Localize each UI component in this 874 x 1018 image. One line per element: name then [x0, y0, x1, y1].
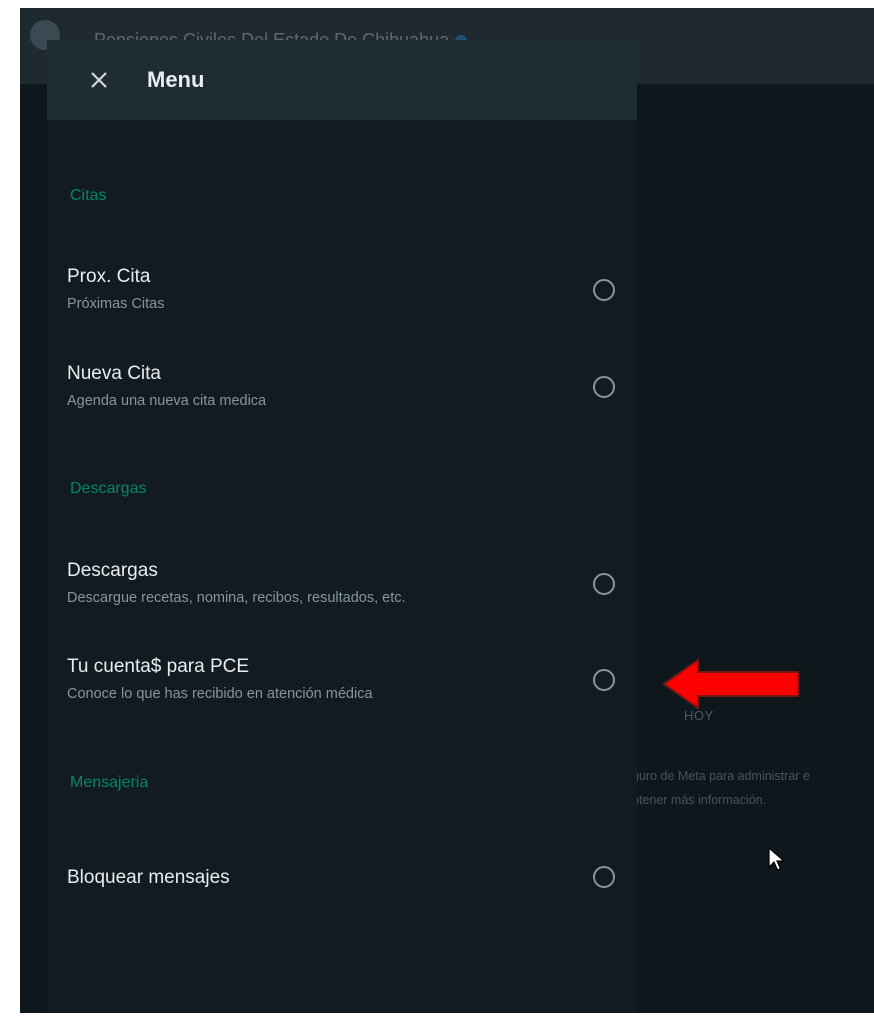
menu-item-nueva-cita[interactable]: Nueva Cita Agenda una nueva cita medica	[47, 363, 637, 433]
close-icon[interactable]	[85, 66, 113, 94]
menu-item-title: Tu cuenta$ para PCE	[67, 656, 250, 677]
section-label-citas: Citas	[70, 187, 107, 204]
menu-item-bloquear-mensajes[interactable]: Bloquear mensajes	[47, 866, 637, 937]
menu-item-descargas[interactable]: Descargas Descargue recetas, nomina, rec…	[47, 560, 637, 630]
drawer-header: Menu	[47, 40, 637, 120]
menu-item-title: Descargas	[67, 560, 158, 581]
app-window: Pensiones Civiles Del Estado De Chihuahu…	[20, 8, 874, 1013]
radio-unselected-icon[interactable]	[593, 573, 615, 595]
radio-unselected-icon[interactable]	[593, 376, 615, 398]
mouse-pointer-icon	[768, 847, 786, 871]
menu-item-subtitle: Conoce lo que has recibido en atención m…	[67, 686, 373, 702]
radio-unselected-icon[interactable]	[593, 279, 615, 301]
system-message-line: guro de Meta para administrar e	[632, 769, 810, 783]
menu-item-title: Nueva Cita	[67, 363, 161, 384]
section-label-mensajeria: Mensajeria	[70, 774, 149, 791]
menu-item-subtitle: Próximas Citas	[67, 296, 165, 312]
menu-item-title: Bloquear mensajes	[67, 867, 230, 888]
section-label-descargas: Descargas	[70, 480, 147, 497]
radio-unselected-icon[interactable]	[593, 669, 615, 691]
menu-item-prox-cita[interactable]: Prox. Cita Próximas Citas	[47, 266, 637, 336]
menu-item-subtitle: Agenda una nueva cita medica	[67, 393, 267, 409]
drawer-title: Menu	[147, 67, 205, 92]
radio-unselected-icon[interactable]	[593, 866, 615, 888]
system-message: guro de Meta para administrar e btener m…	[632, 764, 874, 812]
menu-item-tu-cuenta[interactable]: Tu cuenta$ para PCE Conoce lo que has re…	[47, 656, 637, 726]
menu-drawer: Menu Citas Prox. Cita Próximas Citas Nue…	[47, 40, 637, 1013]
menu-item-subtitle: Descargue recetas, nomina, recibos, resu…	[67, 590, 406, 606]
red-arrow-left-icon	[662, 658, 799, 710]
menu-item-title: Prox. Cita	[67, 266, 151, 287]
system-message-line[interactable]: btener más información.	[632, 788, 874, 812]
